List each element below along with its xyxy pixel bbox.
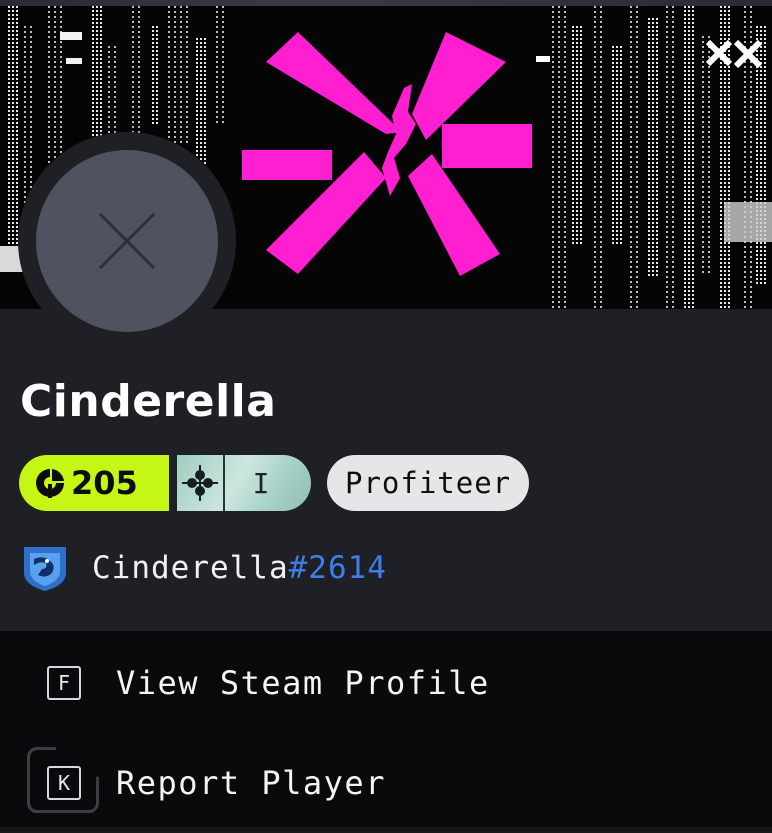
rank-value: I (252, 466, 270, 500)
close-icon (98, 212, 156, 270)
dragon-shield-icon (24, 547, 66, 591)
gauge-icon (36, 469, 64, 498)
steam-id: Cinderella#2614 (92, 550, 387, 586)
level-badge: 205 (19, 455, 169, 511)
level-value: 205 (71, 464, 138, 502)
player-title-badge: Profiteer (327, 455, 530, 511)
steam-account-row: Cinderella#2614 (20, 542, 387, 594)
bottom-edge (0, 827, 772, 833)
avatar (36, 150, 218, 332)
rank-badge: I (177, 455, 311, 511)
keybind-hint: K (47, 766, 81, 800)
context-menu: F View Steam Profile K Report Player (0, 631, 772, 833)
report-player-button[interactable]: K Report Player (0, 738, 772, 828)
rank-emblem-icon (177, 455, 225, 511)
steam-discriminator: #2614 (288, 550, 387, 586)
view-steam-profile-button[interactable]: F View Steam Profile (0, 638, 772, 728)
menu-item-label: Report Player (116, 764, 386, 802)
menu-item-label: View Steam Profile (116, 664, 490, 702)
brand-logo (242, 32, 532, 276)
badge-row: 205 I Profiteer (19, 455, 530, 511)
keybind-hint: F (47, 666, 81, 700)
player-name: Cinderella (20, 376, 277, 427)
steam-name: Cinderella (92, 550, 289, 586)
